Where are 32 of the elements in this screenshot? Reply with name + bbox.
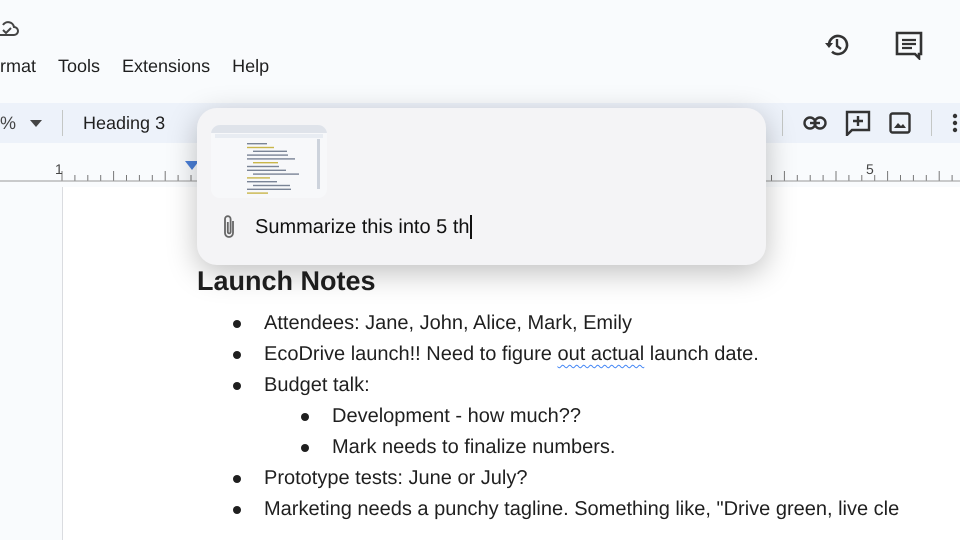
list-item-text: Development - how much?? (332, 405, 582, 428)
bullet-icon (233, 474, 241, 482)
list-item-text: Attendees: Jane, John, Alice, Mark, Emily (264, 312, 632, 335)
list-item-text: Prototype tests: June or July? (264, 467, 528, 490)
comment-icon[interactable] (894, 30, 924, 60)
prompt-input-field[interactable]: Summarize this into 5 th (255, 213, 472, 241)
bullet-icon (233, 382, 241, 390)
dropdown-caret-icon[interactable] (30, 120, 42, 126)
bullet-icon (233, 320, 241, 328)
link-icon[interactable] (803, 116, 827, 130)
bullet-icon (233, 506, 241, 514)
document-heading: Launch Notes (197, 265, 377, 297)
image-icon[interactable] (889, 112, 911, 134)
list-item-text: Budget talk: (264, 374, 370, 397)
ruler-number: 5 (866, 161, 874, 177)
menu-item[interactable]: Help (232, 56, 270, 77)
bullet-icon (301, 444, 309, 452)
list-item-text: Marketing needs a punchy tagline. Something like, "Drive green, live cle (264, 498, 900, 521)
paperclip-icon[interactable] (221, 214, 237, 240)
menu-item[interactable]: Extensions (122, 56, 210, 77)
bullet-icon (233, 350, 241, 358)
ruler-number: 1 (55, 161, 63, 177)
cloud-check-icon[interactable] (0, 20, 20, 38)
menu-item[interactable]: rmat (0, 56, 36, 77)
menu-item[interactable]: Tools (58, 56, 100, 77)
list-item-text: Mark needs to finalize numbers. (332, 436, 616, 459)
zoom-value[interactable]: % (0, 112, 16, 134)
bullet-icon (301, 412, 309, 420)
add-comment-icon[interactable] (845, 110, 871, 136)
paragraph-style-dropdown[interactable]: Heading 3 (83, 112, 166, 134)
more-options-icon[interactable] (952, 113, 958, 133)
list-item-text: EcoDrive launch!! Need to figure out actual launch date. (264, 343, 759, 366)
